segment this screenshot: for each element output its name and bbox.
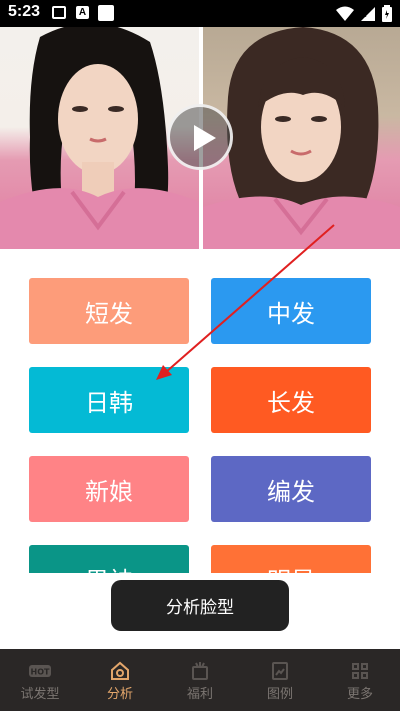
play-icon (194, 125, 216, 151)
svg-text:HOT: HOT (31, 668, 50, 677)
image-notification-icon (52, 6, 66, 19)
nav-label: 图例 (266, 687, 293, 702)
play-button[interactable] (167, 104, 233, 170)
svg-text:x: x (362, 10, 367, 19)
nav-item-examples[interactable]: 图例 (240, 649, 320, 711)
gift-icon (189, 661, 211, 681)
hairstyle-category-grid: 短发 中发 日韩 长发 新娘 编发 男神 明星 (0, 249, 400, 573)
nav-label: 分析 (106, 687, 133, 702)
nav-item-analyze[interactable]: 分析 (80, 649, 160, 711)
category-japanese-korean[interactable]: 日韩 (29, 367, 189, 433)
wifi-icon (336, 6, 354, 21)
app-notification-icon: A (76, 6, 89, 19)
category-male[interactable]: 男神 (29, 545, 189, 573)
nav-item-try-hairstyle[interactable]: HOT 试发型 (0, 649, 80, 711)
signal-icon: x (361, 6, 375, 21)
status-time: 5:23 (8, 3, 41, 20)
bottom-nav: HOT 试发型 分析 福利 图例 更多 (0, 649, 400, 711)
category-long-hair[interactable]: 长发 (211, 367, 371, 433)
app-notification-icon (98, 5, 114, 21)
nav-item-more[interactable]: 更多 (320, 649, 400, 711)
picture-icon (269, 661, 291, 681)
nav-label: 福利 (186, 687, 213, 702)
home-icon (109, 661, 131, 681)
analyze-face-button[interactable]: 分析脸型 (111, 580, 289, 631)
hot-icon: HOT (29, 661, 51, 681)
battery-icon (382, 5, 392, 22)
nav-label: 试发型 (20, 687, 60, 702)
nav-item-welfare[interactable]: 福利 (160, 649, 240, 711)
hairstyle-video-banner[interactable] (0, 27, 400, 249)
category-braids[interactable]: 编发 (211, 456, 371, 522)
grid-icon (349, 661, 371, 681)
category-celebrity[interactable]: 明星 (211, 545, 371, 573)
nav-label: 更多 (346, 687, 373, 702)
category-medium-hair[interactable]: 中发 (211, 278, 371, 344)
category-short-hair[interactable]: 短发 (29, 278, 189, 344)
status-icons: x (336, 5, 392, 22)
category-bridal[interactable]: 新娘 (29, 456, 189, 522)
status-bar: 5:23 A x (0, 0, 400, 27)
